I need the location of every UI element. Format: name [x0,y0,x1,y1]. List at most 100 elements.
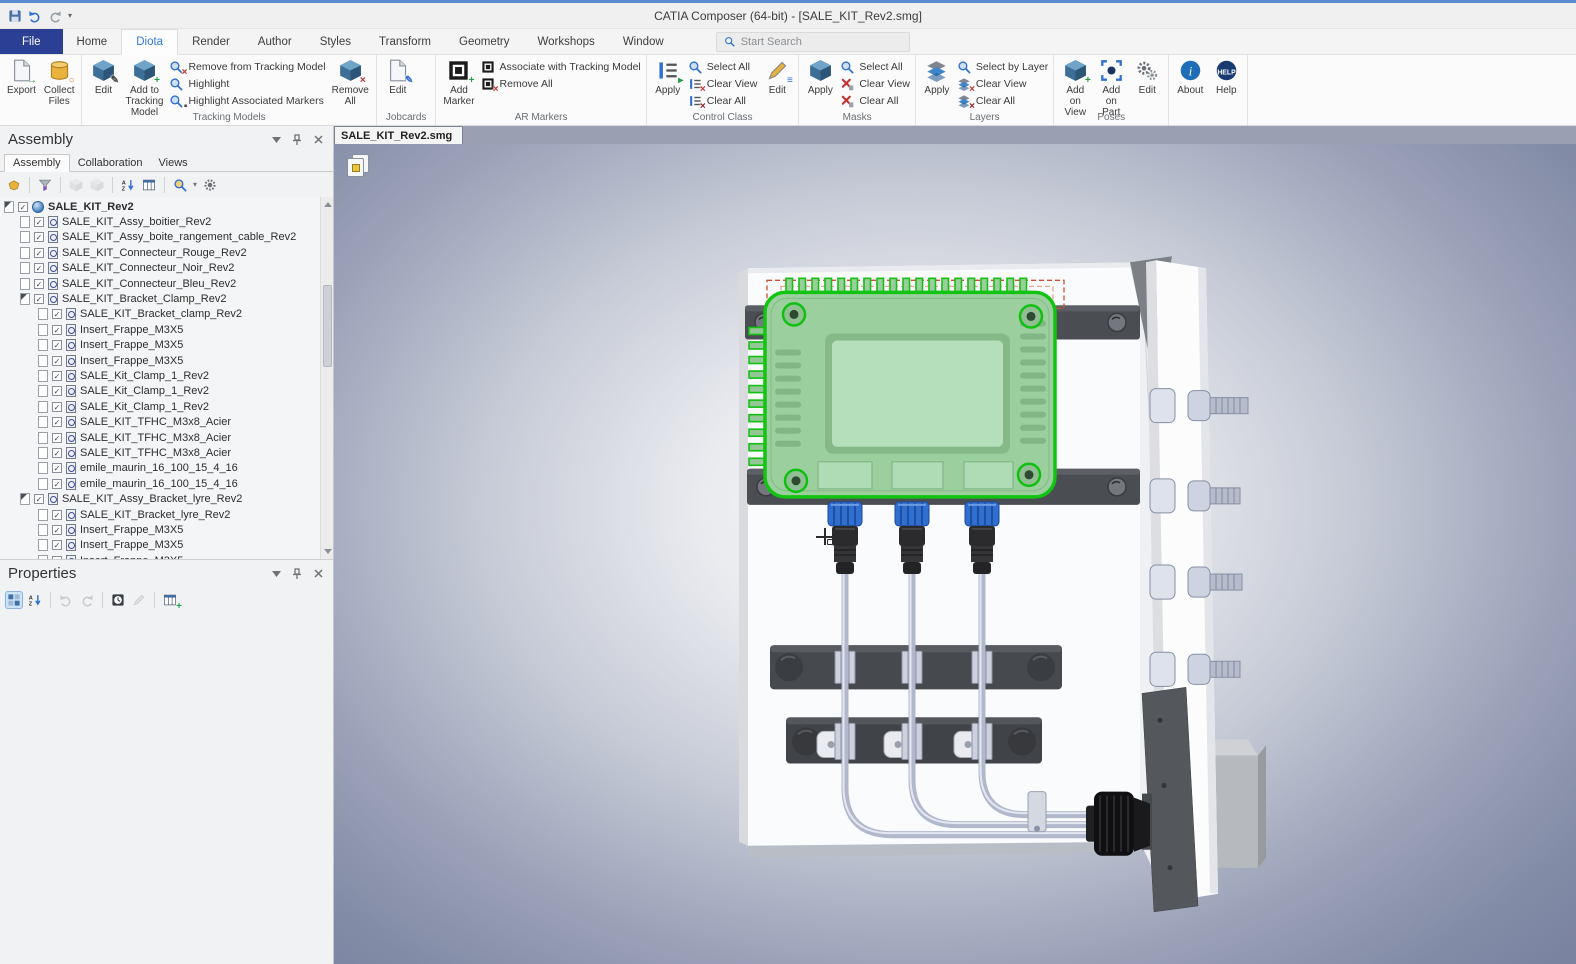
tab-window[interactable]: Window [609,29,678,54]
edit-control-button[interactable]: ≡Edit [759,56,795,96]
tree-expand-icon[interactable] [38,509,48,521]
remove-all-button[interactable]: ×Remove All [328,56,373,107]
tree-expand-icon[interactable] [38,462,48,474]
highlight-associated-button[interactable]: ▪Highlight Associated Markers [169,92,325,109]
tree-expand-icon[interactable] [20,247,30,259]
tree-checkbox[interactable]: ✓ [52,433,62,443]
tree-checkbox[interactable]: ✓ [34,217,44,227]
select-all-button[interactable]: Select All [688,58,758,75]
cable-gland[interactable] [1086,792,1150,856]
clear-all-layers-button[interactable]: ×Clear All [957,92,1048,109]
columns-icon[interactable] [141,177,157,193]
tree-item[interactable]: ✓SALE_Kit_Clamp_1_Rev2 [0,368,333,383]
assembly-dropdown-icon[interactable] [269,133,283,147]
add-on-part-button[interactable]: Add on Part [1093,56,1129,118]
edit-tracking-button[interactable]: ✎Edit [85,56,121,96]
sort-icon[interactable]: AZ [120,177,136,193]
clear-view-masks-button[interactable]: Clear View [840,75,910,92]
3d-viewport[interactable] [334,144,1576,964]
tree-expand-icon[interactable] [38,339,48,351]
tree-item[interactable]: ✓SALE_KIT_Assy_boite_rangement_cable_Rev… [0,230,333,245]
scrollbar-thumb[interactable] [323,285,332,367]
tree-expand-icon[interactable] [38,401,48,413]
tree-checkbox[interactable]: ✓ [34,248,44,258]
tree-item[interactable]: ✓SALE_KIT_Assy_boitier_Rev2 [0,214,333,229]
tree-root-item[interactable]: ✓SALE_KIT_Rev2 [0,199,333,214]
settings-icon[interactable] [202,177,218,193]
tree-item[interactable]: ✓SALE_KIT_Bracket_Clamp_Rev2 [0,291,333,306]
tree-item[interactable]: ✓SALE_KIT_Bracket_clamp_Rev2 [0,307,333,322]
tree-item[interactable]: ✓SALE_KIT_Assy_Bracket_lyre_Rev2 [0,491,333,506]
cable-retainer-clip[interactable] [1028,792,1046,832]
tab-transform[interactable]: Transform [365,29,445,54]
search-box[interactable] [716,32,910,52]
tree-item[interactable]: ✓SALE_Kit_Clamp_1_Rev2 [0,384,333,399]
tree-item[interactable]: ✓SALE_KIT_TFHC_M3x8_Acier [0,445,333,460]
search-settings-icon[interactable] [172,177,188,193]
tree-checkbox[interactable]: ✓ [52,386,62,396]
edit-property-icon[interactable] [131,592,147,608]
edit-poses-button[interactable]: Edit [1129,56,1165,96]
tree-checkbox[interactable]: ✓ [52,417,62,427]
scroll-down-icon[interactable] [324,549,332,554]
assembly-panel-tab-assembly[interactable]: Assembly [4,154,70,172]
tree-expand-icon[interactable] [20,231,30,243]
clear-view-button[interactable]: ×Clear View [688,75,758,92]
remove-all-markers-button[interactable]: ×Remove All [481,75,641,92]
tree-item[interactable]: ✓SALE_KIT_Connecteur_Rouge_Rev2 [0,245,333,260]
tree-scrollbar[interactable] [320,197,333,559]
properties-dropdown-icon[interactable] [269,567,283,581]
tree-checkbox[interactable]: ✓ [52,510,62,520]
edit-jobcards-button[interactable]: ✎Edit [380,56,416,96]
tree-checkbox[interactable]: ✓ [52,463,62,473]
tree-expand-icon[interactable] [38,555,48,559]
tree-expand-icon[interactable] [38,539,48,551]
tree-expand-icon[interactable] [4,201,14,213]
tree-checkbox[interactable]: ✓ [52,371,62,381]
tree-checkbox[interactable]: ✓ [52,325,62,335]
collect-files-button[interactable]: ○Collect Files [40,56,79,107]
add-tracking-button[interactable]: +Add to Tracking Model [121,56,167,118]
document-tab[interactable]: SALE_KIT_Rev2.smg [334,126,463,144]
tree-expand-icon[interactable] [38,370,48,382]
tree-item[interactable]: ✓SALE_KIT_Connecteur_Noir_Rev2 [0,261,333,276]
tree-checkbox[interactable]: ✓ [52,448,62,458]
remove-from-tracking-button[interactable]: ×Remove from Tracking Model [169,58,325,75]
properties-pin-icon[interactable] [290,567,304,581]
tab-author[interactable]: Author [244,29,306,54]
tree-item[interactable]: ✓SALE_KIT_TFHC_M3x8_Acier [0,430,333,445]
apply-layers-button[interactable]: Apply [919,56,955,96]
tab-workshops[interactable]: Workshops [524,29,609,54]
tree-item[interactable]: ✓Insert_Frappe_M3X5 [0,522,333,537]
tree-item[interactable]: ✓SALE_KIT_Bracket_lyre_Rev2 [0,507,333,522]
tree-checkbox[interactable]: ✓ [34,232,44,242]
part-yellow-icon[interactable] [6,177,22,193]
tab-diota[interactable]: Diota [121,29,178,55]
select-by-layer-button[interactable]: Select by Layer [957,58,1048,75]
tree-expand-icon[interactable] [20,493,30,505]
tree-checkbox[interactable]: ✓ [52,525,62,535]
tree-item[interactable]: ✓emile_maurin_16_100_15_4_16 [0,476,333,491]
categorized-view-icon[interactable] [6,592,22,608]
export-button[interactable]: →Export [3,56,40,96]
tree-item[interactable]: ✓Insert_Frappe_M3X5 [0,538,333,553]
tree-expand-icon[interactable] [20,216,30,228]
properties-close-icon[interactable] [311,567,325,581]
about-button[interactable]: iAbout [1172,56,1208,96]
tree-item[interactable]: ✓Insert_Frappe_M3X5 [0,353,333,368]
highlight-button[interactable]: Highlight [169,75,325,92]
clear-all-button[interactable]: ×Clear All [688,92,758,109]
tree-item[interactable]: ✓SALE_KIT_Connecteur_Bleu_Rev2 [0,276,333,291]
tree-expand-icon[interactable] [38,385,48,397]
apply-control-button[interactable]: ▸Apply [650,56,686,96]
assembly-panel-tab-collaboration[interactable]: Collaboration [70,155,151,171]
tree-checkbox[interactable]: ✓ [52,402,62,412]
tree-checkbox[interactable]: ✓ [34,279,44,289]
search-settings-dropdown-icon[interactable]: ▾ [193,180,197,189]
tree-item[interactable]: ✓Insert_Frappe_M3X5 [0,553,333,559]
tree-checkbox[interactable]: ✓ [52,340,62,350]
tree-checkbox[interactable]: ✓ [52,556,62,559]
tree-checkbox[interactable]: ✓ [18,202,28,212]
tree-expand-icon[interactable] [38,478,48,490]
tree-item[interactable]: ✓SALE_KIT_TFHC_M3x8_Acier [0,414,333,429]
